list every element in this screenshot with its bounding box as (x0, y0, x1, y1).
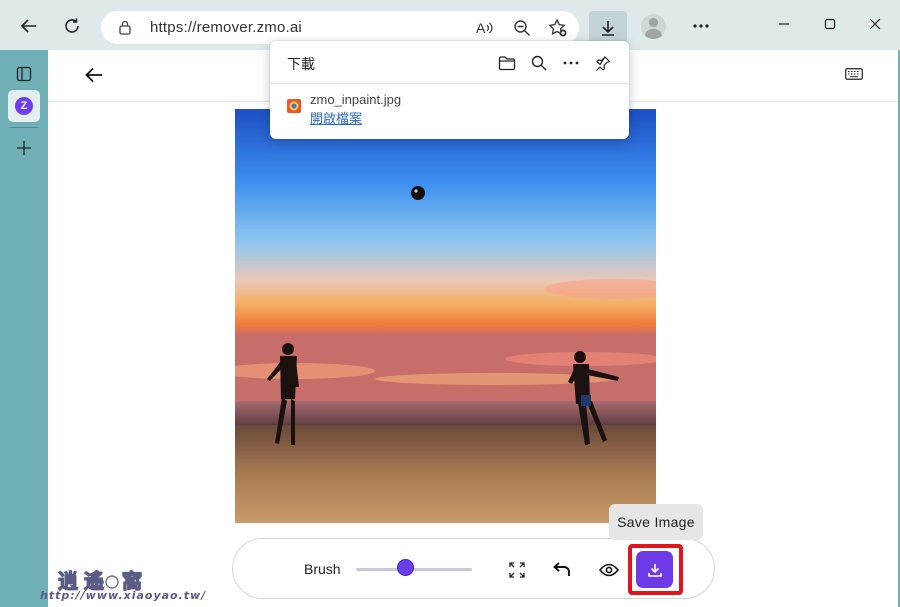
preview-toggle-button[interactable] (597, 558, 621, 582)
brush-label: Brush (304, 561, 341, 577)
close-icon (869, 18, 881, 30)
folder-icon[interactable] (496, 52, 518, 74)
profile-avatar[interactable] (641, 14, 666, 39)
eye-icon (599, 563, 619, 577)
refresh-button[interactable] (57, 11, 87, 41)
flyout-divider (270, 83, 629, 84)
save-download-icon (647, 563, 662, 577)
downloaded-file-name[interactable]: zmo_inpaint.jpg (310, 92, 401, 107)
vertical-tabs-sidebar: Z (0, 50, 48, 607)
address-bar[interactable]: https://remover.zmo.ai A (101, 11, 579, 44)
minimize-icon (779, 23, 789, 25)
back-button[interactable] (14, 11, 44, 41)
search-icon[interactable] (528, 52, 550, 74)
tab-panel-icon (16, 66, 32, 82)
zmo-logo-icon: Z (15, 97, 33, 115)
save-image-button[interactable] (636, 551, 673, 588)
more-menu-button[interactable] (686, 11, 716, 41)
downloads-button[interactable] (589, 11, 627, 44)
pin-icon[interactable] (592, 52, 614, 74)
keyboard-icon (845, 68, 863, 80)
add-tab-icon (17, 141, 31, 155)
fullscreen-icon (509, 562, 525, 578)
more-icon[interactable] (560, 52, 582, 74)
read-aloud-icon[interactable]: A (474, 17, 496, 39)
downloads-title: 下載 (287, 56, 315, 72)
beach-sunset-photo (235, 109, 656, 523)
undo-button[interactable] (550, 558, 574, 582)
zmo-tab[interactable]: Z (8, 90, 40, 122)
url-text[interactable]: https://remover.zmo.ai (150, 19, 302, 36)
svg-text:A: A (476, 20, 486, 36)
edited-image-canvas[interactable] (235, 109, 656, 523)
sidebar-divider (10, 127, 38, 128)
brush-size-slider[interactable] (356, 568, 472, 571)
fullscreen-button[interactable] (505, 558, 529, 582)
lock-icon[interactable] (118, 20, 132, 35)
page-back-button[interactable] (81, 62, 107, 88)
favorite-add-icon[interactable] (547, 17, 569, 39)
arrow-left-icon (85, 67, 102, 83)
tab-panel-button[interactable] (8, 58, 40, 90)
minimize-button[interactable] (769, 12, 799, 36)
save-image-tooltip: Save Image (609, 504, 703, 540)
image-file-icon (287, 99, 301, 113)
keyboard-shortcuts-button[interactable] (843, 64, 865, 84)
download-icon (602, 20, 614, 36)
brush-size-slider-thumb[interactable] (397, 559, 415, 576)
open-file-link[interactable]: 開啟檔案 (310, 108, 362, 127)
arrow-left-icon (20, 19, 36, 33)
maximize-icon (824, 18, 836, 30)
undo-icon (553, 562, 570, 576)
maximize-button[interactable] (815, 12, 845, 36)
downloads-flyout: 下載 zmo_inpaint.jpg 開啟檔案 (270, 41, 629, 139)
new-tab-button[interactable] (8, 132, 40, 164)
editor-toolbar: Brush (232, 538, 715, 599)
more-icon (693, 24, 709, 28)
refresh-icon (65, 18, 79, 33)
close-window-button[interactable] (860, 12, 890, 36)
zoom-out-icon[interactable] (511, 17, 533, 39)
watermark-url: http://www.xiaoyao.tw/ (40, 589, 207, 602)
